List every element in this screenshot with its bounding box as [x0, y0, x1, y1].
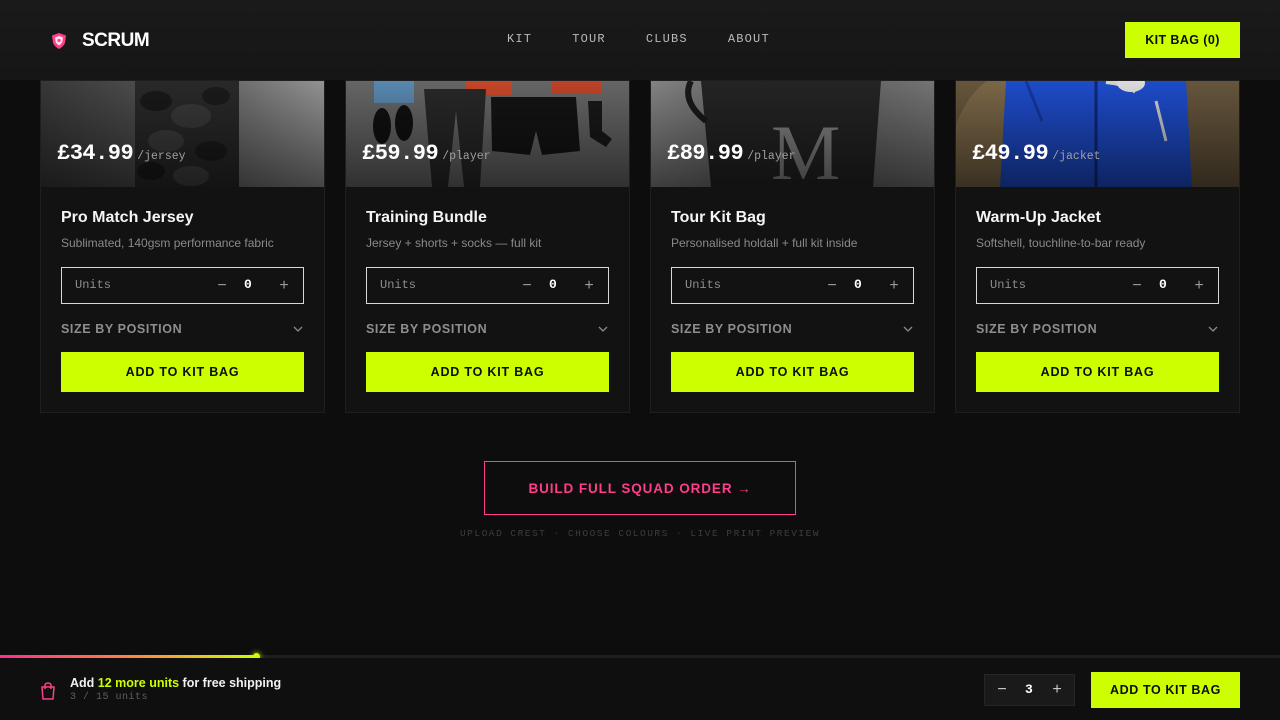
- plus-icon[interactable]: +: [1189, 274, 1209, 298]
- price-value: £59.99: [362, 141, 439, 166]
- build-squad-order-button[interactable]: BUILD FULL SQUAD ORDER →: [484, 461, 796, 515]
- units-value[interactable]: 0: [1159, 277, 1167, 292]
- chevron-down-icon: [903, 326, 913, 332]
- price-unit: /player: [442, 150, 491, 163]
- units-stepper: Units − 0 +: [671, 267, 914, 304]
- price-unit: /player: [747, 150, 796, 163]
- nav-item-about[interactable]: ABOUT: [728, 32, 770, 46]
- brand-name: SCRUM: [82, 30, 150, 51]
- product-description: Softshell, touchline-to-bar ready: [976, 236, 1146, 250]
- units-label: Units: [685, 278, 722, 292]
- price-value: £34.99: [57, 141, 134, 166]
- bottom-bar: Add 12 more units for free shipping 3 / …: [0, 658, 1280, 720]
- size-by-position-toggle[interactable]: SIZE BY POSITION: [671, 321, 914, 337]
- ship-prefix: Add: [70, 676, 98, 690]
- size-label: SIZE BY POSITION: [976, 322, 1098, 336]
- add-to-kit-bag-button[interactable]: ADD TO KIT BAG: [1091, 672, 1240, 708]
- product-title: Tour Kit Bag: [671, 209, 766, 226]
- product-price: £89.99 /player: [667, 141, 796, 166]
- chevron-down-icon: [293, 326, 303, 332]
- add-to-kit-bag-button[interactable]: ADD TO KIT BAG: [671, 352, 914, 392]
- free-shipping-message: Add 12 more units for free shipping: [70, 676, 281, 690]
- shopping-bag-icon: [41, 682, 55, 700]
- product-title: Pro Match Jersey: [61, 209, 194, 226]
- size-by-position-toggle[interactable]: SIZE BY POSITION: [366, 321, 609, 337]
- plus-icon[interactable]: +: [884, 274, 904, 298]
- brand-logo[interactable]: SCRUM: [52, 30, 150, 52]
- quantity-stepper: − 3 +: [984, 674, 1075, 706]
- chevron-down-icon: [598, 326, 608, 332]
- size-label: SIZE BY POSITION: [61, 322, 183, 336]
- product-card: £49.99 /jacket Warm-Up Jacket Softshell,…: [955, 80, 1240, 413]
- product-image: M: [651, 81, 934, 187]
- ship-highlight: 12 more units: [97, 676, 180, 690]
- product-grid: £34.99 /jersey Pro Match Jersey Sublimat…: [40, 80, 1240, 413]
- product-description: Jersey + shorts + socks — full kit: [366, 236, 542, 250]
- squad-order-features: UPLOAD CREST · CHOOSE COLOURS · LIVE PRI…: [459, 528, 821, 539]
- product-price: £49.99 /jacket: [972, 141, 1101, 166]
- minus-icon[interactable]: −: [993, 680, 1011, 700]
- product-card: £59.99 /player Training Bundle Jersey + …: [345, 80, 630, 413]
- add-to-kit-bag-button[interactable]: ADD TO KIT BAG: [61, 352, 304, 392]
- size-label: SIZE BY POSITION: [366, 322, 488, 336]
- product-title: Training Bundle: [366, 209, 487, 226]
- quantity-value[interactable]: 3: [1025, 682, 1033, 697]
- minus-icon[interactable]: −: [212, 274, 232, 298]
- units-label: Units: [990, 278, 1027, 292]
- units-value[interactable]: 0: [549, 277, 557, 292]
- product-title: Warm-Up Jacket: [976, 209, 1101, 226]
- add-to-kit-bag-button[interactable]: ADD TO KIT BAG: [976, 352, 1219, 392]
- price-value: £49.99: [972, 141, 1049, 166]
- price-value: £89.99: [667, 141, 744, 166]
- product-description: Personalised holdall + full kit inside: [671, 236, 858, 250]
- plus-icon[interactable]: +: [274, 274, 294, 298]
- kit-bag-button[interactable]: KIT BAG (0): [1125, 22, 1240, 58]
- units-value[interactable]: 0: [244, 277, 252, 292]
- units-progress-text: 3 / 15 units: [70, 692, 149, 703]
- nav-item-clubs[interactable]: CLUBS: [646, 32, 688, 46]
- units-label: Units: [75, 278, 112, 292]
- size-by-position-toggle[interactable]: SIZE BY POSITION: [976, 321, 1219, 337]
- price-unit: /jacket: [1052, 150, 1101, 163]
- product-image: [41, 81, 324, 187]
- add-to-kit-bag-button[interactable]: ADD TO KIT BAG: [366, 352, 609, 392]
- minus-icon[interactable]: −: [822, 274, 842, 298]
- nav-item-tour[interactable]: TOUR: [572, 32, 606, 46]
- minus-icon[interactable]: −: [517, 274, 537, 298]
- product-card: £34.99 /jersey Pro Match Jersey Sublimat…: [40, 80, 325, 413]
- chevron-down-icon: [1208, 326, 1218, 332]
- plus-icon[interactable]: +: [579, 274, 599, 298]
- product-image: [346, 81, 629, 187]
- crest-icon: [52, 33, 66, 49]
- minus-icon[interactable]: −: [1127, 274, 1147, 298]
- units-stepper: Units − 0 +: [61, 267, 304, 304]
- product-image: [956, 81, 1239, 187]
- main-nav: KIT TOUR CLUBS ABOUT: [507, 32, 810, 46]
- product-description: Sublimated, 140gsm performance fabric: [61, 236, 274, 250]
- nav-item-kit[interactable]: KIT: [507, 32, 532, 46]
- price-unit: /jersey: [137, 150, 186, 163]
- site-header: SCRUM KIT TOUR CLUBS ABOUT KIT BAG (0): [0, 0, 1280, 80]
- units-stepper: Units − 0 +: [976, 267, 1219, 304]
- size-label: SIZE BY POSITION: [671, 322, 793, 336]
- ship-suffix: for free shipping: [179, 676, 282, 690]
- units-label: Units: [380, 278, 417, 292]
- plus-icon[interactable]: +: [1048, 680, 1066, 700]
- units-stepper: Units − 0 +: [366, 267, 609, 304]
- product-price: £34.99 /jersey: [57, 141, 186, 166]
- size-by-position-toggle[interactable]: SIZE BY POSITION: [61, 321, 304, 337]
- units-value[interactable]: 0: [854, 277, 862, 292]
- product-price: £59.99 /player: [362, 141, 491, 166]
- product-card: M £89.99 /player Tour Kit Bag Personalis…: [650, 80, 935, 413]
